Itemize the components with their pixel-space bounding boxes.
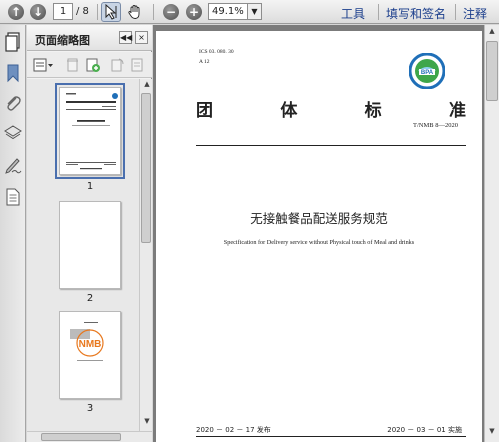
panel-header: 页面缩略图 ◀◀ × xyxy=(27,25,152,51)
association-logo: BPA xyxy=(408,52,446,90)
page-3-preview: NMB xyxy=(70,322,104,361)
panel-title: 页面缩略图 xyxy=(35,34,90,47)
zoom-dropdown-button[interactable]: ▼ xyxy=(248,3,262,20)
heading-char: 准 xyxy=(448,101,466,121)
rotate-page-button[interactable] xyxy=(109,57,125,73)
pages-icon xyxy=(5,32,20,52)
delete-page-button[interactable] xyxy=(65,57,81,73)
thumbnail-panel: 页面缩略图 ◀◀ × 1 2 NMB 3 ▲ ▼ xyxy=(27,25,152,442)
page-thumbnail-3[interactable]: NMB xyxy=(59,311,121,399)
footer-rule xyxy=(196,436,466,437)
insert-page-icon xyxy=(86,58,100,72)
close-panel-button[interactable]: × xyxy=(135,31,148,44)
standard-heading: 团 体 标 准 xyxy=(196,96,466,121)
signature-pen-icon xyxy=(5,158,22,174)
scrollbar-thumb[interactable] xyxy=(41,433,121,441)
page-number-input[interactable]: 1 xyxy=(53,3,73,20)
hand-tool-button[interactable] xyxy=(125,2,145,22)
zoom-level-input[interactable]: 49.1% xyxy=(208,3,248,20)
thumbnail-number: 2 xyxy=(86,293,94,304)
rotate-icon xyxy=(111,58,124,72)
header-rule xyxy=(196,145,466,146)
zoom-in-icon: + xyxy=(186,4,202,20)
bpa-logo-icon: BPA xyxy=(408,52,446,90)
zoom-in-button[interactable]: + xyxy=(184,2,204,22)
page-thumbnails-button[interactable] xyxy=(3,31,23,52)
properties-icon xyxy=(131,58,143,72)
scroll-down-icon[interactable]: ▼ xyxy=(486,427,498,439)
main-toolbar: ↑ ↓ 1 / 8 − + 49.1% ▼ 工具 填写和签名 注释 xyxy=(0,0,499,24)
thumbnail-list: 1 2 NMB 3 xyxy=(27,79,139,431)
zoom-out-button[interactable]: − xyxy=(161,2,181,22)
document-viewport[interactable]: ICS 03. 080. 30 A 12 BPA 团 体 标 准 T/NMB 8… xyxy=(153,25,484,442)
layers-icon xyxy=(4,125,22,140)
publish-date: 2020 － 02 － 17 发布 xyxy=(196,426,271,434)
implement-date: 2020 － 03 － 01 实施 xyxy=(387,426,462,434)
svg-text:NMB: NMB xyxy=(79,339,102,350)
document-title-english: Specification for Delivery service witho… xyxy=(223,239,415,246)
ccs-code: A 12 xyxy=(199,59,210,65)
page-1-preview xyxy=(66,93,118,170)
zoom-out-icon: − xyxy=(163,4,179,20)
page-properties-button[interactable] xyxy=(129,57,145,73)
bookmarks-button[interactable] xyxy=(3,63,23,83)
signatures-button[interactable] xyxy=(3,155,23,175)
ics-code: ICS 03. 080. 30 xyxy=(199,49,234,55)
trash-icon xyxy=(67,58,78,72)
page-thumbnail-1[interactable] xyxy=(55,83,125,179)
document-title-chinese: 无接触餐品配送服务规范 xyxy=(250,211,388,226)
content-button[interactable] xyxy=(3,187,23,207)
bookmark-icon xyxy=(7,64,19,83)
thumbnail-number: 3 xyxy=(86,403,94,414)
paperclip-icon xyxy=(7,96,21,111)
heading-char: 团 xyxy=(196,101,213,121)
collapse-panel-button[interactable]: ◀◀ xyxy=(119,31,132,44)
tools-link[interactable]: 工具 xyxy=(341,5,365,22)
layers-button[interactable] xyxy=(3,123,23,143)
up-arrow-icon: ↑ xyxy=(8,4,24,20)
standard-code: T/NMB 8—2020 xyxy=(413,122,458,129)
next-page-button[interactable]: ↓ xyxy=(28,2,48,22)
select-tool-button[interactable] xyxy=(101,2,121,22)
fill-and-sign-link[interactable]: 填写和签名 xyxy=(386,5,446,22)
options-menu-icon xyxy=(33,58,53,72)
scroll-up-icon[interactable]: ▲ xyxy=(486,27,498,39)
scrollbar-thumb[interactable] xyxy=(486,41,498,101)
scrollbar-thumb[interactable] xyxy=(141,93,151,243)
hand-tool-icon xyxy=(128,5,140,19)
thumbnail-number: 1 xyxy=(86,181,94,192)
thumbnail-vertical-scrollbar[interactable]: ▲ ▼ xyxy=(139,79,152,431)
scroll-up-icon[interactable]: ▲ xyxy=(141,80,153,92)
toolbar-divider xyxy=(378,4,379,20)
panel-toolbar xyxy=(27,52,152,78)
document-icon xyxy=(6,188,20,206)
page-total-label: / 8 xyxy=(76,6,89,17)
insert-page-button[interactable] xyxy=(85,57,101,73)
logo-text: BPA xyxy=(421,70,434,76)
attachments-button[interactable] xyxy=(3,93,23,113)
navigation-rail xyxy=(0,25,26,442)
comment-link[interactable]: 注释 xyxy=(463,5,487,22)
document-vertical-scrollbar[interactable]: ▲ ▼ xyxy=(484,25,499,442)
heading-char: 标 xyxy=(364,101,382,121)
thumbnail-horizontal-scrollbar[interactable] xyxy=(27,431,152,442)
select-cursor-icon xyxy=(105,4,117,20)
toolbar-divider xyxy=(97,4,98,20)
document-page: ICS 03. 080. 30 A 12 BPA 团 体 标 准 T/NMB 8… xyxy=(156,31,482,442)
previous-page-button[interactable]: ↑ xyxy=(6,2,26,22)
toolbar-divider xyxy=(153,4,154,20)
page-thumbnail-2[interactable] xyxy=(59,201,121,289)
scroll-down-icon[interactable]: ▼ xyxy=(141,417,153,429)
down-arrow-icon: ↓ xyxy=(30,4,46,20)
toolbar-divider xyxy=(455,4,456,20)
heading-char: 体 xyxy=(280,101,298,121)
thumbnail-options-button[interactable] xyxy=(33,57,55,73)
